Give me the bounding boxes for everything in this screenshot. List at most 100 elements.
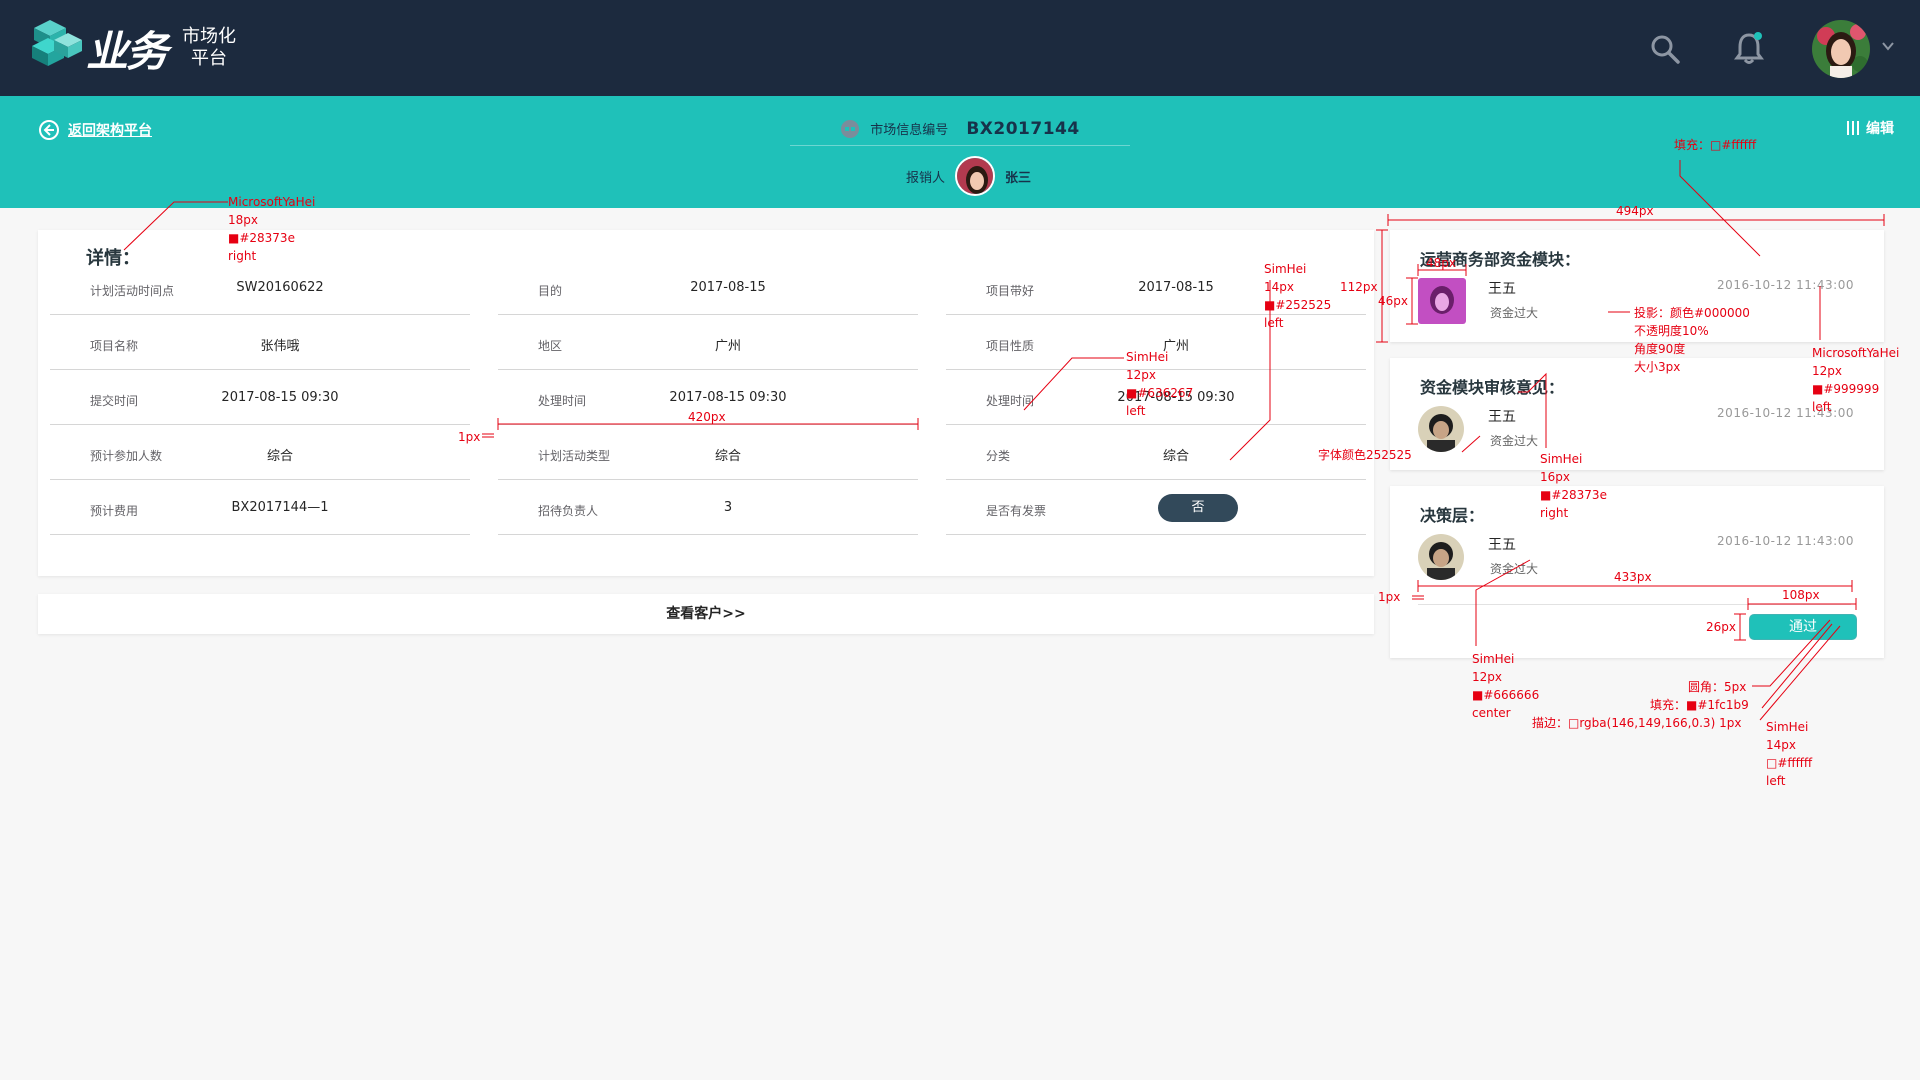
detail-label: 招待负责人 <box>538 504 599 518</box>
market-info-code: 市场信息编号 BX2017144 <box>790 112 1130 146</box>
annotation-panel-width: 494px <box>1616 204 1654 218</box>
annotation-panel-shadow: 投影：颜色#000000 不透明度10% 角度90度 大小3px <box>1634 306 1750 374</box>
view-customers-button[interactable]: 查看客户>> <box>38 594 1374 634</box>
detail-label: 项目带好 <box>986 284 1035 298</box>
logo-main-text: 业务 <box>86 27 168 76</box>
reporter-info: 报销人 张三 <box>906 154 1031 198</box>
details-column-1: 计划活动时间点 SW20160622 项目名称 张伟哦 提交时间 2017-08-15… <box>50 260 470 535</box>
back-arrow-icon <box>39 120 59 140</box>
approver-comment: 资金过大 <box>1490 306 1539 320</box>
user-avatar[interactable] <box>1812 20 1870 78</box>
detail-row: 计划活动类型 综合 <box>498 425 918 480</box>
detail-value: 2017-08-15 09:30 <box>221 390 339 405</box>
detail-value: 张伟哦 <box>260 339 300 354</box>
detail-label: 分类 <box>986 449 1011 463</box>
detail-row: 是否有发票 否 <box>946 480 1366 535</box>
annotation-panel-title-font: SimHei 16px ■#28373e right <box>1540 452 1607 520</box>
approve-button[interactable]: 通过 <box>1749 614 1857 640</box>
logo-sub-text-2: 平台 <box>191 48 227 69</box>
annotation-line-weight: 1px <box>458 430 481 444</box>
detail-row: 预计费用 BX2017144—1 <box>50 480 470 535</box>
annotation-button-font: SimHei 14px □#ffffff left <box>1766 720 1813 788</box>
code-label: 市场信息编号 <box>870 123 949 138</box>
approver-avatar <box>1418 406 1464 452</box>
code-badge-icon <box>841 119 860 138</box>
detail-value: 综合 <box>266 449 293 464</box>
bell-icon[interactable] <box>1733 30 1765 66</box>
annotation-label-font: SimHei 12px ■#636267 left <box>1126 350 1194 418</box>
annotation-title-font: MicrosoftYaHei 18px ■#28373e right <box>228 195 316 263</box>
detail-value: 综合 <box>714 449 741 464</box>
approver-avatar-image <box>1418 406 1464 452</box>
detail-value: BX2017144—1 <box>231 500 329 515</box>
detail-label: 项目性质 <box>986 339 1035 353</box>
detail-label: 是否有发票 <box>986 504 1047 518</box>
detail-value: 3 <box>723 500 733 515</box>
back-to-platform-link[interactable]: 返回架构平台 <box>38 118 152 142</box>
detail-row: 分类 综合 <box>946 425 1366 480</box>
user-avatar-image <box>1812 20 1870 78</box>
annotation-note-font: SimHei 12px ■#666666 center <box>1472 652 1540 720</box>
annotation-panel-fill: 填充：□#ffffff <box>1674 138 1757 152</box>
approver-avatar-image <box>1418 278 1466 324</box>
panel-title: 决策层： <box>1420 506 1485 525</box>
annotation-text-color: 字体颜色252525 <box>1318 448 1412 462</box>
chevron-down-icon[interactable] <box>1880 38 1896 54</box>
detail-row: 地区 广州 <box>498 315 918 370</box>
reporter-label: 报销人 <box>906 170 946 186</box>
reporter-avatar[interactable] <box>955 156 996 196</box>
approver-name: 王五 <box>1488 409 1516 425</box>
detail-value: SW20160622 <box>236 280 324 295</box>
detail-label: 计划活动时间点 <box>90 284 175 298</box>
annotation-divider-width: 433px <box>1614 570 1652 584</box>
code-value: BX2017144 <box>966 118 1080 139</box>
annotation-value-font: SimHei 14px ■#252525 left <box>1264 262 1332 330</box>
approver-avatar-image <box>1418 534 1464 580</box>
panel-title: 资金模块审核意见： <box>1420 378 1565 397</box>
annotation-column-width: 420px <box>688 410 726 424</box>
detail-row: 项目名称 张伟哦 <box>50 315 470 370</box>
approver-avatar <box>1418 534 1464 580</box>
app-logo[interactable]: 业务 市场化 平台 <box>28 14 238 76</box>
search-icon[interactable] <box>1650 34 1680 64</box>
back-link-label: 返回架构平台 <box>68 123 152 139</box>
detail-label: 地区 <box>538 339 563 353</box>
detail-row: 招待负责人 3 <box>498 480 918 535</box>
invoice-toggle[interactable]: 否 <box>1158 494 1238 522</box>
detail-label: 项目名称 <box>90 339 139 353</box>
detail-row: 提交时间 2017-08-15 09:30 <box>50 370 470 425</box>
annotation-button-stroke: 描边：□rgba(146,149,166,0.3) 1px <box>1532 716 1742 730</box>
annotation-avatar-width: 48px <box>1426 256 1456 270</box>
approver-name: 王五 <box>1488 281 1516 297</box>
detail-value: 综合 <box>1162 449 1189 464</box>
reporter-avatar-image <box>957 158 994 194</box>
detail-value: 2017-08-15 <box>1138 280 1214 295</box>
annotation-button-height: 26px <box>1706 620 1736 634</box>
edit-label: 编辑 <box>1866 121 1894 137</box>
detail-label: 预计参加人数 <box>90 449 163 463</box>
approver-name: 王五 <box>1488 537 1516 553</box>
detail-value: 2017-08-15 09:30 <box>669 390 787 405</box>
edit-button[interactable]: 编辑 <box>1846 118 1894 138</box>
annotation-button-radius: 圆角：5px <box>1688 680 1747 694</box>
details-column-2: 目的 2017-08-15 地区 广州 处理时间 2017-08-15 09:30 计… <box>498 260 918 535</box>
detail-label: 处理时间 <box>538 394 587 408</box>
top-header: 业务 市场化 平台 <box>0 0 1920 96</box>
detail-label: 处理时间 <box>986 394 1035 408</box>
panel-divider <box>1418 604 1851 605</box>
approval-time: 2016-10-12 11:43:00 <box>1717 278 1854 292</box>
detail-row: 预计参加人数 综合 <box>50 425 470 480</box>
detail-label: 提交时间 <box>90 394 139 408</box>
annotation-time-font: MicrosoftYaHei 12px ■#999999 left <box>1812 346 1900 414</box>
detail-value: 广州 <box>714 339 741 354</box>
detail-label: 计划活动类型 <box>538 449 611 463</box>
approver-avatar <box>1418 278 1466 324</box>
approver-comment: 资金过大 <box>1490 562 1539 576</box>
annotation-panel-height: 112px <box>1340 280 1378 294</box>
edit-bars-icon <box>1847 121 1859 135</box>
approval-time: 2016-10-12 11:43:00 <box>1717 534 1854 548</box>
annotation-divider-weight: 1px <box>1378 590 1401 604</box>
detail-row: 计划活动时间点 SW20160622 <box>50 260 470 315</box>
detail-value: 2017-08-15 <box>690 280 766 295</box>
annotation-button-fill: 填充：■#1fc1b9 <box>1650 698 1749 712</box>
